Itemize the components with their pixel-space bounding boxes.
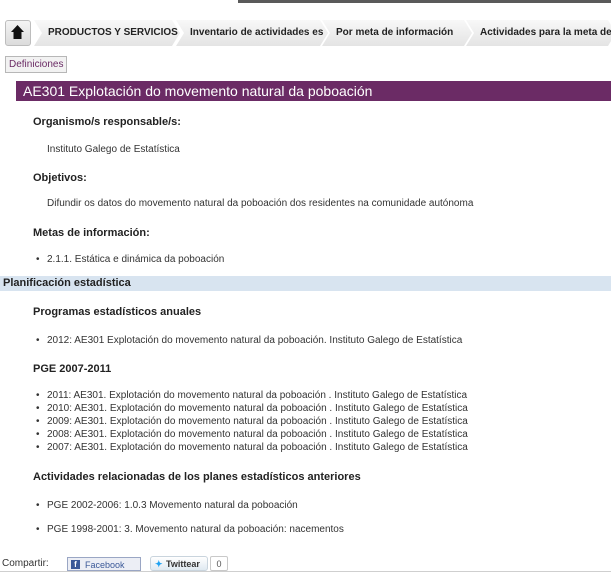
objetivos-heading: Objetivos: [33, 172, 87, 184]
pge-item: 2007: AE301. Explotación do movemento na… [36, 442, 468, 453]
breadcrumb-item-productos[interactable]: PRODUCTOS Y SERVICIOS [34, 20, 180, 46]
programas-heading: Programas estadísticos anuales [33, 306, 202, 318]
pge-item: 2011: AE301. Explotación do movemento na… [36, 390, 467, 401]
twitter-bird-icon: ✦ [155, 559, 163, 569]
programas-item: 2012: AE301 Explotación do movemento nat… [36, 335, 462, 346]
actividades-item: PGE 2002-2006: 1.0.3 Movemento natural d… [36, 500, 298, 511]
home-icon [11, 25, 24, 39]
facebook-share-button[interactable]: f Facebook [67, 557, 141, 571]
pge-item: 2010: AE301. Explotación do movemento na… [36, 403, 468, 414]
breadcrumb-item-inventario[interactable]: Inventario de actividades es [176, 20, 328, 46]
objetivos-value: Difundir os datos do movemento natural d… [47, 198, 474, 209]
bottom-divider [0, 571, 611, 572]
facebook-label: Facebook [85, 560, 125, 570]
twitter-share-button[interactable]: ✦ Twittear [150, 556, 208, 571]
pge-heading: PGE 2007-2011 [33, 363, 112, 375]
breadcrumb-item-por-meta[interactable]: Por meta de información [322, 20, 472, 46]
top-divider [238, 0, 611, 3]
definitions-button[interactable]: Definiciones [5, 56, 68, 73]
actividades-heading: Actividades relacionadas de los planes e… [33, 471, 361, 483]
metas-heading: Metas de información: [33, 227, 150, 239]
home-button[interactable] [5, 20, 31, 46]
breadcrumb: PRODUCTOS Y SERVICIOS Inventario de acti… [0, 8, 611, 52]
organismo-heading: Organismo/s responsable/s: [33, 116, 181, 128]
twitter-label: Twittear [166, 559, 200, 569]
facebook-icon: f [71, 560, 80, 569]
breadcrumb-item-actividades[interactable]: Actividades para la meta de [466, 20, 611, 46]
organismo-value: Instituto Galego de Estatística [47, 144, 180, 155]
metas-item: 2.1.1. Estática e dinámica da poboación [36, 254, 224, 265]
actividades-item: PGE 1998-2001: 3. Movemento natural da p… [36, 524, 344, 535]
planificacion-section-header: Planificación estadística [0, 276, 611, 291]
pge-item: 2008: AE301. Explotación do movemento na… [36, 429, 468, 440]
page-title: AE301 Explotación do movemento natural d… [16, 81, 611, 101]
share-label: Compartir: [2, 558, 49, 569]
pge-item: 2009: AE301. Explotación do movemento na… [36, 416, 468, 427]
tweet-count: 0 [210, 556, 228, 571]
